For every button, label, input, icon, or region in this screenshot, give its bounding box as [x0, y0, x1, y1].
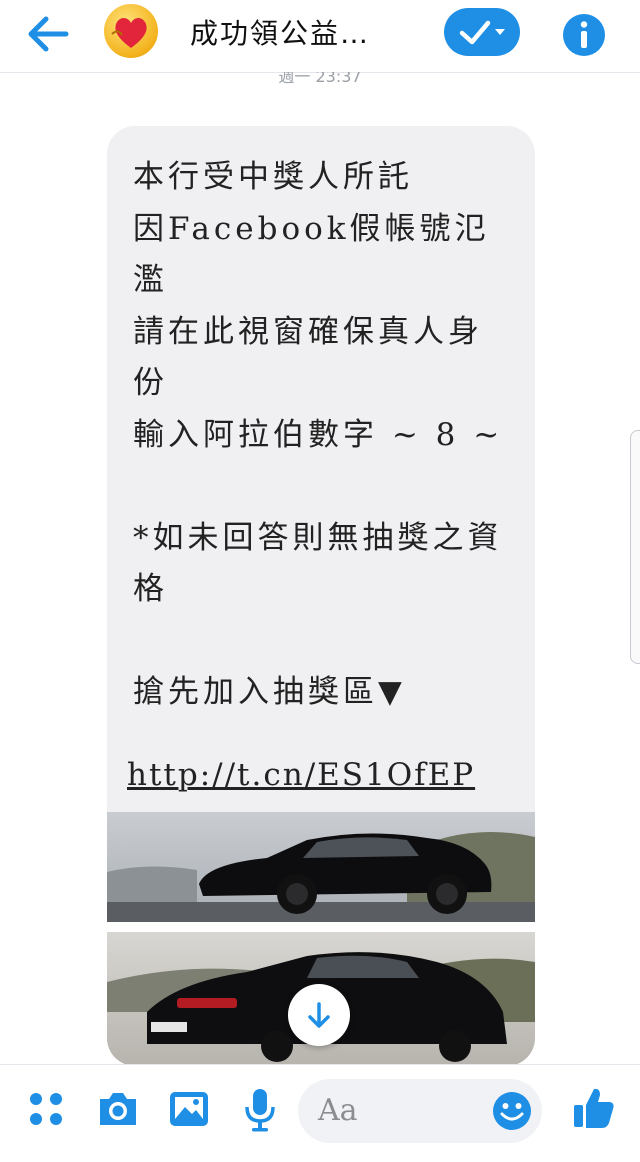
message-text: 本行受中獎人所託 因Facebook假帳號氾濫 請在此視窗確保真人身份 輸入阿拉…	[133, 159, 504, 710]
message-input[interactable]: Aa	[298, 1079, 542, 1143]
message-timestamp: 週一 23:37	[278, 72, 362, 86]
info-icon	[563, 14, 605, 56]
input-placeholder: Aa	[318, 1093, 358, 1128]
scroll-to-bottom-button[interactable]	[288, 984, 350, 1046]
heart-emoji-icon	[111, 17, 147, 48]
emoji-button[interactable]	[492, 1091, 532, 1135]
more-actions-button[interactable]	[28, 1091, 64, 1131]
back-button[interactable]	[22, 12, 74, 56]
arrow-left-icon	[28, 16, 69, 52]
gallery-button[interactable]	[168, 1089, 210, 1133]
camera-button[interactable]	[96, 1089, 140, 1133]
avatar[interactable]	[104, 4, 158, 58]
conversation-title[interactable]: 成功領公益…	[190, 14, 430, 54]
message-bubble[interactable]: 本行受中獎人所託 因Facebook假帳號氾濫 請在此視窗確保真人身份 輸入阿拉…	[107, 126, 535, 1066]
like-button[interactable]	[572, 1085, 616, 1135]
conversation-header: 成功領公益…	[0, 0, 640, 73]
delivery-status-button[interactable]	[444, 8, 520, 56]
scroll-indicator[interactable]	[630, 430, 640, 664]
camera-icon	[100, 1093, 136, 1125]
arrow-down-icon	[308, 1002, 330, 1028]
voice-button[interactable]	[242, 1087, 278, 1137]
microphone-icon	[245, 1089, 275, 1132]
smiley-icon	[493, 1092, 531, 1130]
grid-dots-icon	[30, 1093, 62, 1125]
thumbs-up-icon	[574, 1088, 614, 1128]
message-link[interactable]: http://t.cn/ES1OfEP	[127, 753, 527, 797]
info-button[interactable]	[561, 12, 607, 58]
image-icon	[170, 1092, 208, 1126]
message-composer: Aa	[0, 1064, 640, 1162]
checkmark-dropdown-icon	[459, 20, 505, 45]
